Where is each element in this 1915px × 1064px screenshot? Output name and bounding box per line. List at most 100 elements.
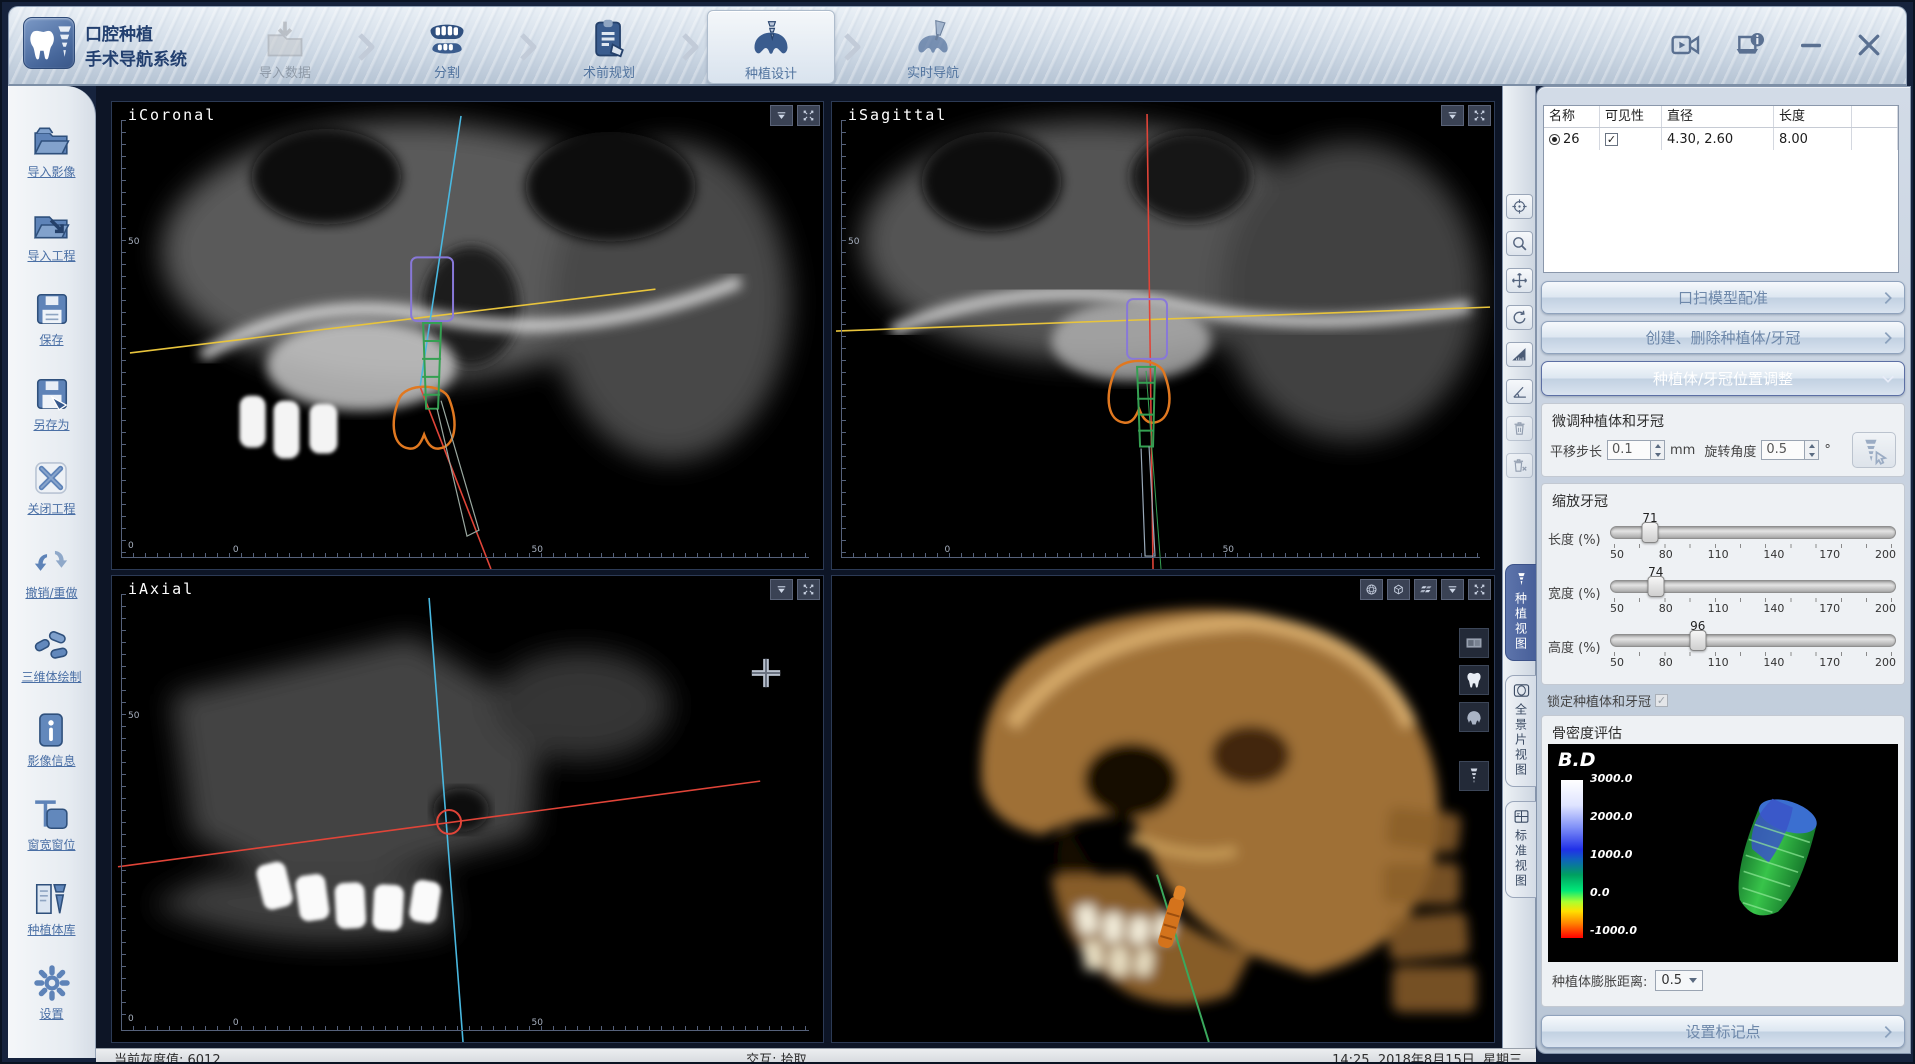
slider-track[interactable] [1610, 634, 1896, 647]
workflow-step-segmentation[interactable]: 分割 [383, 10, 511, 84]
stepper-arrows-icon[interactable] [1651, 440, 1665, 460]
tab-panorama-view[interactable]: 全景片视图 [1505, 675, 1536, 787]
axial-viewport[interactable]: 50 0 0 50 iAxial [111, 575, 824, 1043]
delete-all-tool-button[interactable] [1506, 453, 1533, 478]
stepper-arrows-icon[interactable] [1805, 440, 1819, 460]
rotate-tool-button[interactable] [1506, 305, 1533, 330]
slider[interactable]: 745080110140170200 [1610, 565, 1896, 619]
sidebar-item-close-project[interactable]: 关闭工程 [27, 459, 75, 517]
colorbar-tick-label: -1000.0 [1590, 924, 1637, 937]
translate-step-label: 平移步长 [1550, 441, 1602, 460]
measure-length-tool-button[interactable] [1506, 342, 1533, 367]
measure-angle-tool-button[interactable] [1506, 379, 1533, 404]
sidebar-item-import-image[interactable]: 导入影像 [27, 122, 75, 180]
interaction-status: 交互: 拾取 [221, 1049, 1333, 1064]
slider-thumb[interactable] [1647, 576, 1664, 597]
axial-ct-image [112, 576, 823, 1042]
app-title-line2: 手术导航系统 [85, 48, 187, 73]
sphere-icon[interactable] [1360, 579, 1383, 600]
delete-measure-tool-button[interactable] [1506, 416, 1533, 441]
sidebar-item-label: 窗宽窗位 [27, 836, 75, 853]
preop-planning-icon [587, 17, 631, 61]
implant-visible-checkbox[interactable]: ✓ [1605, 133, 1618, 146]
create-delete-implant-button[interactable]: 创建、删除种植体/牙冠 [1541, 321, 1905, 354]
lock-implant-checkbox[interactable]: ✓ [1655, 694, 1668, 707]
viewport-toolstrip: 种植视图全景片视图标准视图 [1502, 86, 1536, 1048]
axial-view-buttons [770, 579, 820, 600]
fullscreen-icon[interactable] [797, 105, 820, 126]
coronal-viewport[interactable]: 50 0 0 50 iCoronal [111, 101, 824, 570]
minimize-button[interactable] [1796, 29, 1826, 61]
view-tabs: 种植视图全景片视图标准视图 [1505, 564, 1537, 912]
sagittal-viewport[interactable]: 50 0 50 iSagittal [831, 101, 1495, 570]
fine-tune-group: 微调种植体和牙冠 平移步长 0.1 mm 旋转角度 0.5 ° [1541, 403, 1905, 477]
cube-icon[interactable] [1387, 579, 1410, 600]
slider[interactable]: 965080110140170200 [1610, 619, 1896, 673]
implant-expansion-dropdown[interactable]: 0.5 [1655, 970, 1703, 991]
slices-icon[interactable] [1414, 579, 1437, 600]
fullscreen-icon[interactable] [797, 579, 820, 600]
tab-standard-view[interactable]: 标准视图 [1505, 801, 1536, 898]
sidebar-item-save-as[interactable]: 另存为 [32, 375, 72, 433]
scale-crown-title: 缩放牙冠 [1542, 484, 1904, 511]
toggle-slab-button[interactable] [1459, 628, 1489, 658]
sidebar-item-save[interactable]: 保存 [32, 290, 72, 348]
workflow-step-implant-design[interactable]: 种植设计 [707, 10, 835, 84]
implant-position-adjust-button[interactable]: 种植体/牙冠位置调整 [1541, 361, 1905, 396]
sidebar-item-import-project[interactable]: 导入工程 [27, 206, 75, 264]
zoom-tool-button[interactable] [1506, 231, 1533, 256]
ruler-label: 50 [1223, 545, 1234, 555]
close-button[interactable] [1854, 29, 1884, 61]
dropdown-icon[interactable] [770, 579, 793, 600]
rotate-angle-unit: ° [1824, 443, 1831, 458]
toggle-crown-button[interactable] [1459, 665, 1489, 695]
sidebar-item-settings[interactable]: 设置 [32, 964, 72, 1022]
dropdown-icon[interactable] [1441, 579, 1464, 600]
dropdown-icon[interactable] [770, 105, 793, 126]
fullscreen-icon[interactable] [1468, 105, 1491, 126]
info-button[interactable] [1732, 29, 1768, 61]
right-panel: 名称可见性直径长度26✓4.30, 2.608.00 口扫模型配准 创建、删除种… [1536, 86, 1911, 1054]
coronal-ruler-left [121, 120, 126, 553]
tab-label: 种植视图 [1513, 592, 1530, 652]
translate-step-unit: mm [1670, 443, 1695, 458]
scale-crown-group: 缩放牙冠 长度 (%)715080110140170200宽度 (%)74508… [1541, 483, 1905, 685]
title-bar: 口腔种植 手术导航系统 导入数据分割术前规划种植设计实时导航 [8, 6, 1907, 86]
implant-selected-radio[interactable] [1549, 134, 1560, 145]
translate-step-value[interactable]: 0.1 [1607, 440, 1651, 460]
implant-axis-move-button[interactable] [1852, 432, 1896, 468]
sidebar-item-image-info[interactable]: 影像信息 [27, 711, 75, 769]
workflow-step-import-data[interactable]: 导入数据 [221, 10, 349, 84]
record-button[interactable] [1668, 29, 1704, 61]
slider-thumb[interactable] [1689, 630, 1706, 651]
sidebar-item-window-level[interactable]: 窗宽窗位 [27, 795, 75, 853]
sidebar-item-implant-library[interactable]: 种植体库 [27, 880, 75, 938]
sidebar-item-undo-redo[interactable]: 撤销/重做 [25, 543, 77, 601]
workflow-step-label: 分割 [434, 62, 460, 81]
datetime-status: 14:25, 2018年8月15日, 星期三 [1332, 1049, 1536, 1064]
locate-tool-button[interactable] [1506, 194, 1533, 219]
dropdown-icon[interactable] [1441, 105, 1464, 126]
workflow-step-preop-planning[interactable]: 术前规划 [545, 10, 673, 84]
ruler-label: 50 [848, 237, 859, 247]
pan-tool-button[interactable] [1506, 268, 1533, 293]
implant-table-row[interactable]: 26✓4.30, 2.608.00 [1544, 128, 1898, 150]
translate-step-stepper[interactable]: 0.1 [1607, 440, 1665, 460]
scan-model-register-button[interactable]: 口扫模型配准 [1541, 281, 1905, 314]
axial-ruler-bottom [121, 1026, 809, 1031]
rotate-angle-label: 旋转角度 [1704, 441, 1756, 460]
tab-implant-view[interactable]: 种植视图 [1505, 564, 1536, 661]
toggle-implant-button[interactable] [1459, 761, 1489, 791]
toggle-jaw-button[interactable] [1459, 702, 1489, 732]
workflow-step-realtime-nav[interactable]: 实时导航 [869, 10, 997, 84]
slider-thumb[interactable] [1642, 522, 1659, 543]
rotate-angle-value[interactable]: 0.5 [1761, 440, 1805, 460]
volume-3d-viewport[interactable] [831, 575, 1495, 1043]
coronal-ruler-bottom [121, 553, 809, 558]
sidebar-item-volume-render[interactable]: 三维体绘制 [21, 627, 81, 685]
slider[interactable]: 715080110140170200 [1610, 511, 1896, 565]
rotate-angle-stepper[interactable]: 0.5 [1761, 440, 1819, 460]
set-marker-button[interactable]: 设置标记点 [1541, 1015, 1905, 1048]
bone-density-view[interactable]: B.D 3000.02000.01000.00.0-1000.0 [1548, 744, 1898, 962]
fullscreen-icon[interactable] [1468, 579, 1491, 600]
